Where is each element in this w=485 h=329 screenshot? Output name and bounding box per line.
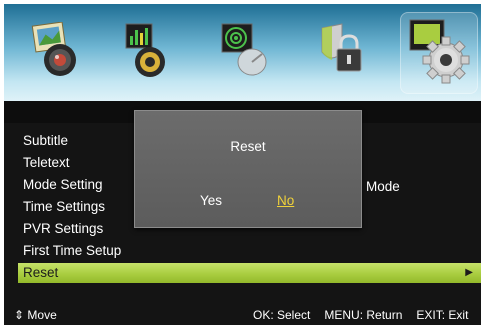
menu-item-first-time-setup[interactable]: First Time Setup bbox=[23, 241, 121, 261]
footer-move-hint: ⇕ Move bbox=[14, 306, 57, 325]
menu-item-mode-setting[interactable]: Mode Setting bbox=[23, 175, 103, 195]
tab-channel[interactable] bbox=[220, 22, 270, 80]
menu-item-subtitle[interactable]: Subtitle bbox=[23, 131, 68, 151]
tab-sound[interactable] bbox=[120, 22, 170, 80]
menu-item-value-mode: Mode bbox=[366, 179, 400, 194]
menu-item-time-settings[interactable]: Time Settings bbox=[23, 197, 105, 217]
footer-key-hints: OK: Select MENU: Return EXIT: Exit bbox=[253, 306, 468, 325]
dialog-no-button[interactable]: No bbox=[277, 193, 294, 208]
footer-hint-bar: ⇕ Move OK: Select MENU: Return EXIT: Exit bbox=[4, 306, 481, 325]
tab-lock[interactable] bbox=[316, 22, 366, 80]
menu-item-pvr-settings[interactable]: PVR Settings bbox=[23, 219, 103, 239]
footer-return-hint: MENU: Return bbox=[324, 308, 403, 322]
up-down-arrows-icon: ⇕ bbox=[14, 308, 25, 322]
chevron-right-icon: ▶ bbox=[465, 267, 473, 278]
dialog-title: Reset bbox=[230, 139, 266, 154]
footer-select-hint: OK: Select bbox=[253, 308, 311, 322]
picture-camera-icon bbox=[31, 22, 76, 76]
lock-icon bbox=[321, 23, 362, 72]
reset-confirm-dialog: Reset Yes No bbox=[134, 110, 362, 228]
menu-item-reset-label: Reset bbox=[23, 265, 59, 280]
sound-speaker-icon bbox=[125, 23, 165, 77]
menu-item-teletext[interactable]: Teletext bbox=[23, 153, 70, 173]
footer-exit-hint: EXIT: Exit bbox=[416, 308, 469, 322]
gear-settings-icon bbox=[409, 19, 470, 84]
dialog-yes-button[interactable]: Yes bbox=[200, 193, 222, 208]
channel-satellite-icon bbox=[221, 23, 267, 76]
tab-setup[interactable] bbox=[406, 16, 472, 86]
tv-osd-screen: Subtitle Teletext Mode Setting Time Sett… bbox=[4, 4, 481, 325]
category-tab-bar bbox=[4, 4, 481, 101]
tab-picture[interactable] bbox=[30, 22, 80, 80]
menu-item-reset[interactable]: Reset ▶ bbox=[18, 263, 481, 283]
footer-move-label: Move bbox=[27, 308, 57, 322]
